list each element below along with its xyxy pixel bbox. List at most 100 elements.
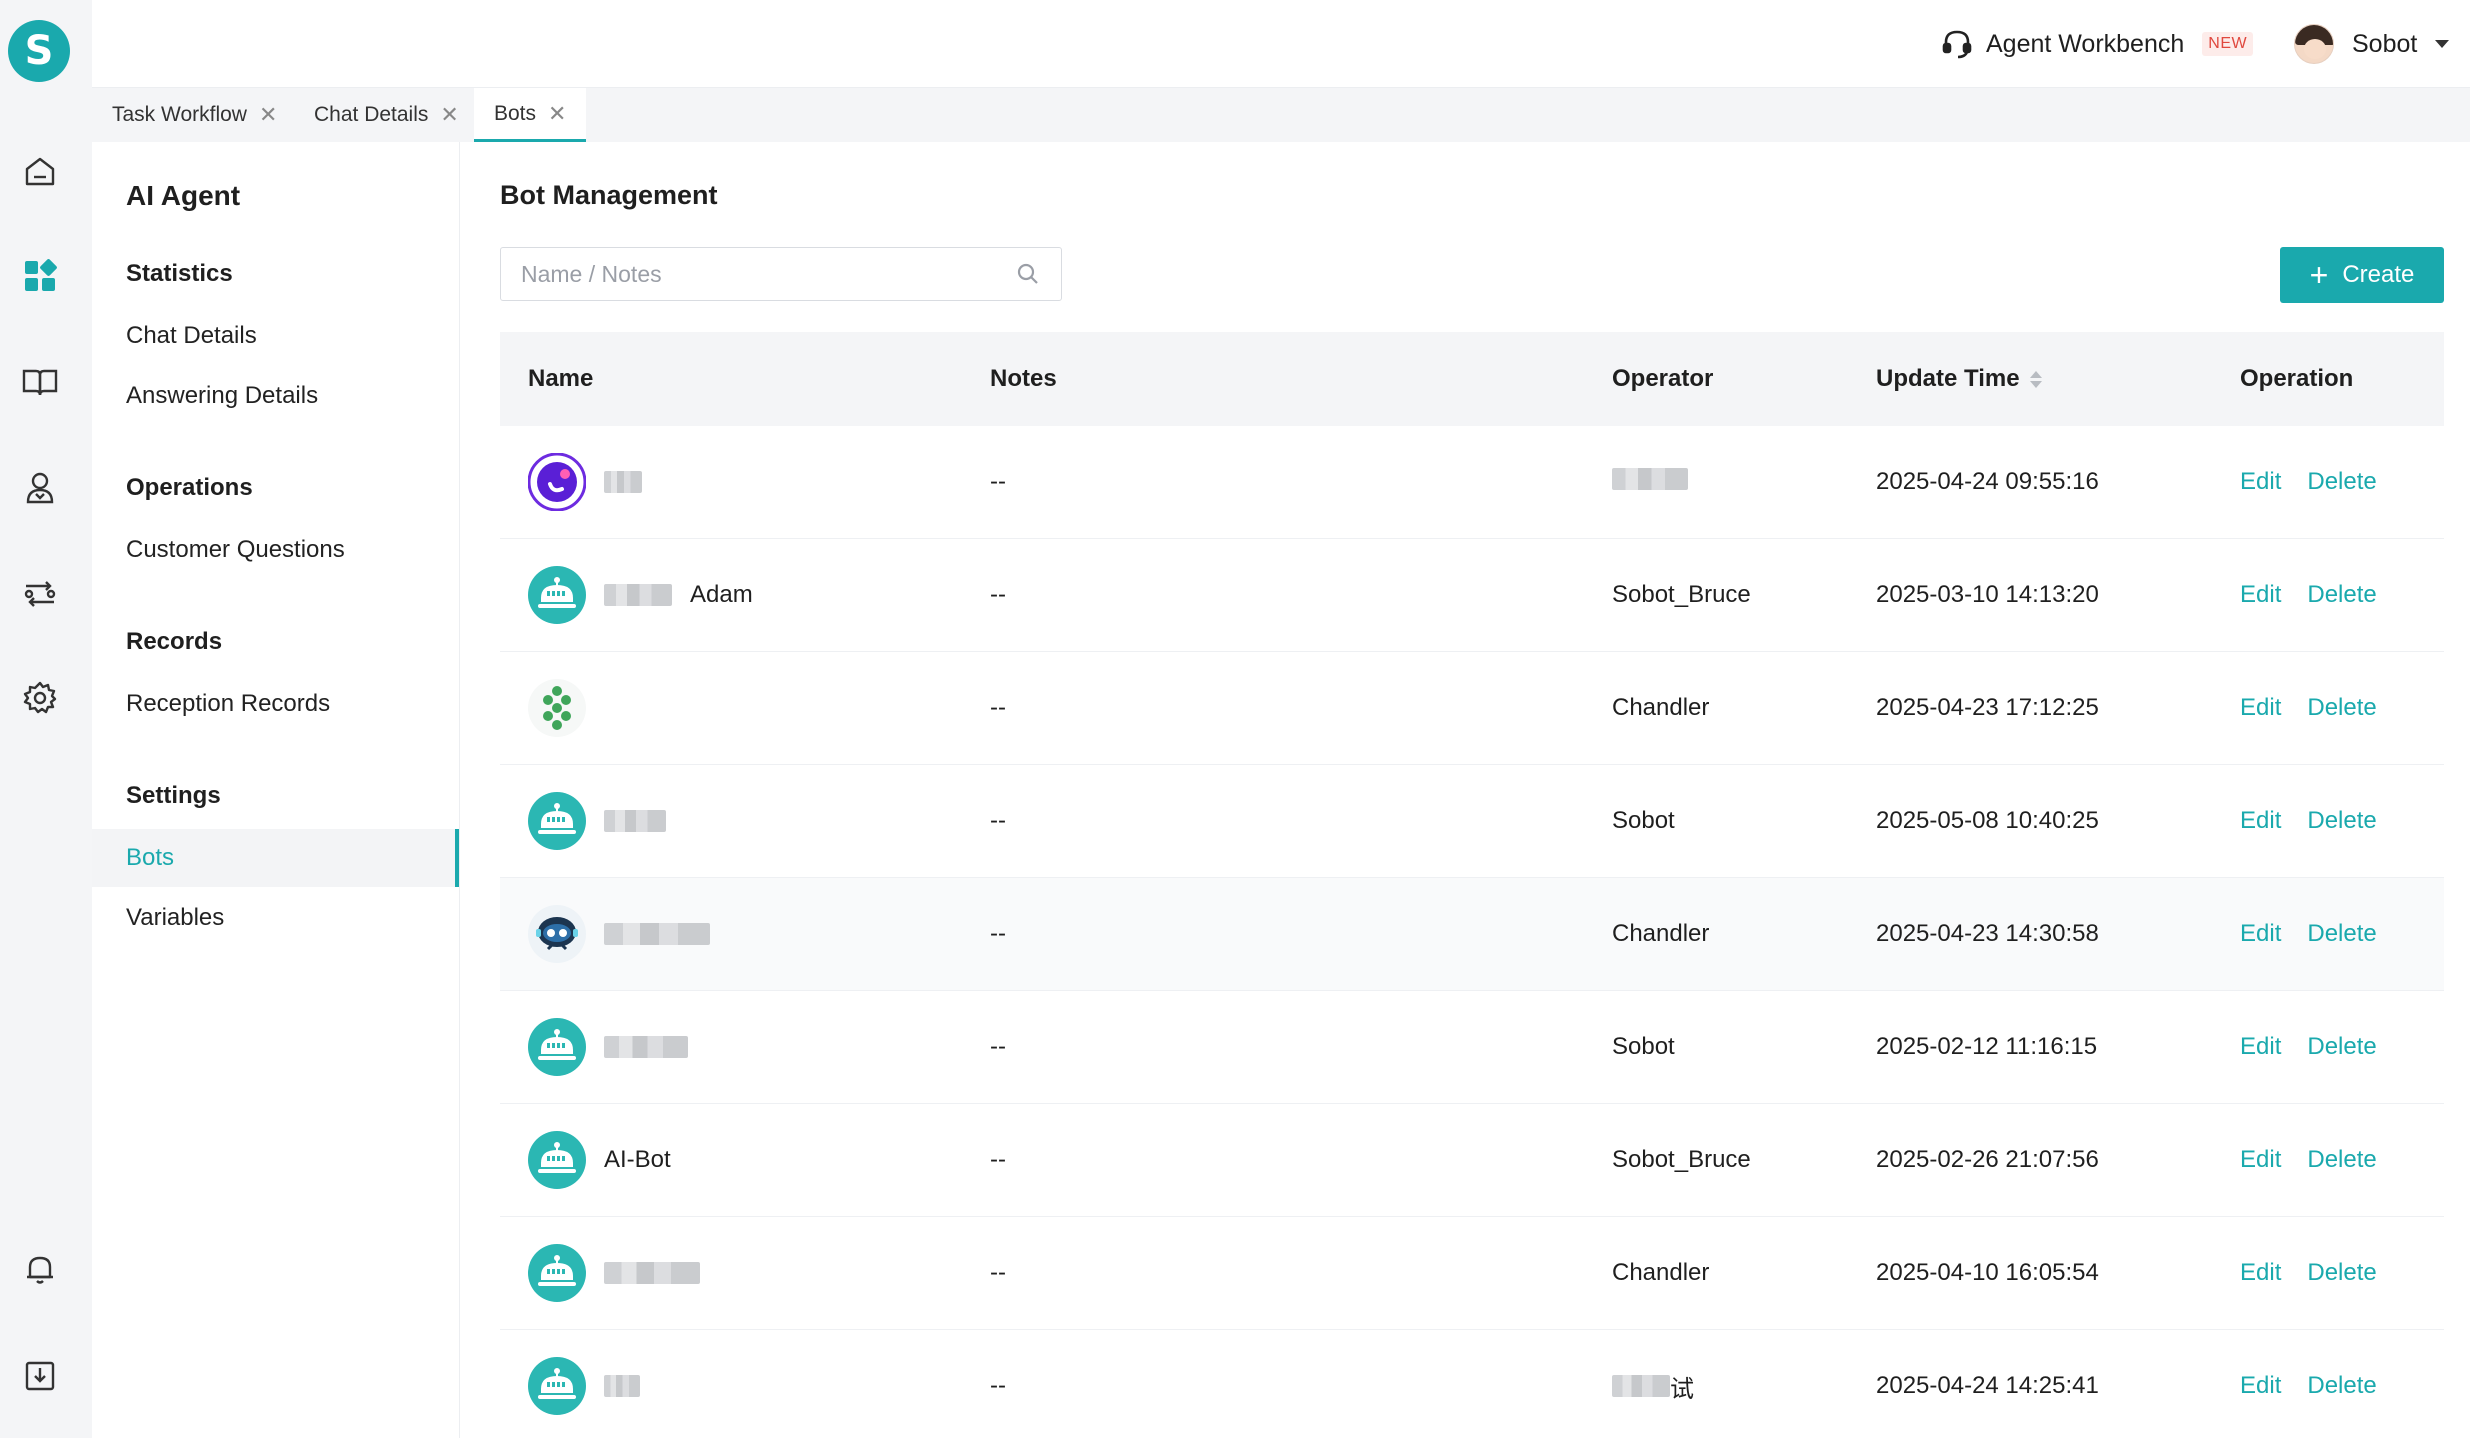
agent-workbench-label: Agent Workbench — [1986, 29, 2185, 58]
delete-link[interactable]: Delete — [2307, 1146, 2376, 1173]
bot-notes: -- — [990, 1146, 1006, 1173]
bot-name-cell — [528, 905, 728, 963]
close-icon[interactable]: ✕ — [259, 102, 277, 128]
bot-operator: Chandler — [1612, 1259, 1710, 1286]
delete-link[interactable]: Delete — [2307, 807, 2376, 834]
operation-cell: Edit Delete — [2240, 1259, 2403, 1287]
nav-section-operations: Operations — [126, 474, 253, 501]
home-icon[interactable] — [18, 150, 62, 194]
table-row: AI-Bot -- Sobot_Bruce 2025-02-26 21:07:56 Ed… — [500, 1104, 2444, 1217]
bot-avatar — [528, 679, 586, 737]
nav-item-reception-records[interactable]: Reception Records — [92, 675, 459, 733]
bot-name-cell — [528, 792, 684, 850]
nav-item-answering-details[interactable]: Answering Details — [92, 367, 459, 425]
sort-icon[interactable] — [2029, 371, 2042, 389]
operation-cell: Edit Delete — [2240, 1372, 2403, 1400]
tab-bar: Task Workflow ✕ Chat Details ✕ Bots ✕ — [92, 88, 2470, 142]
redacted-name — [604, 1375, 640, 1397]
tab-chat-details[interactable]: Chat Details ✕ — [314, 88, 459, 142]
operation-cell: Edit Delete — [2240, 468, 2403, 496]
agent-user-icon[interactable] — [18, 466, 62, 510]
tab-bots[interactable]: Bots ✕ — [474, 88, 587, 142]
bot-update-time: 2025-05-08 10:40:25 — [1876, 807, 2099, 834]
bot-notes: -- — [990, 581, 1006, 608]
bot-name: AI-Bot — [604, 1146, 671, 1173]
edit-link[interactable]: Edit — [2240, 1033, 2281, 1060]
close-icon[interactable]: ✕ — [548, 101, 566, 127]
delete-link[interactable]: Delete — [2307, 694, 2376, 721]
bot-name-cell — [528, 1018, 706, 1076]
page-title: Bot Management — [500, 180, 718, 210]
search-input[interactable] — [521, 260, 1015, 288]
delete-link[interactable]: Delete — [2307, 920, 2376, 947]
search-icon[interactable] — [1015, 261, 1041, 287]
agent-workbench-link[interactable]: Agent Workbench NEW — [1940, 24, 2254, 64]
side-nav: AI Agent Statistics Chat Details Answeri… — [92, 142, 460, 1438]
table-row: -- Sobot 2025-02-12 11:16:15 Edit Delete — [500, 991, 2444, 1104]
nav-section-records: Records — [126, 628, 223, 655]
tab-label: Chat Details — [314, 103, 429, 126]
redacted-operator — [1612, 467, 1688, 490]
chevron-down-icon — [2435, 40, 2450, 48]
bot-name-cell: AI-Bot — [528, 1131, 671, 1189]
close-icon[interactable]: ✕ — [440, 102, 458, 128]
bot-operator: Sobot — [1612, 1033, 1675, 1060]
download-icon[interactable] — [18, 1354, 62, 1398]
edit-link[interactable]: Edit — [2240, 1146, 2281, 1173]
nav-item-bots[interactable]: Bots — [92, 829, 459, 887]
notification-bell-icon[interactable] — [18, 1247, 62, 1291]
bot-name-cell: Adam — [528, 566, 753, 624]
bot-update-time: 2025-04-10 16:05:54 — [1876, 1259, 2099, 1286]
bot-operator: Sobot_Bruce — [1612, 1146, 1751, 1173]
delete-link[interactable]: Delete — [2307, 1033, 2376, 1060]
bot-avatar — [528, 1018, 586, 1076]
edit-link[interactable]: Edit — [2240, 694, 2281, 721]
create-button[interactable]: + Create — [2280, 247, 2444, 303]
operation-cell: Edit Delete — [2240, 581, 2403, 609]
user-name: Sobot — [2352, 29, 2418, 58]
edit-link[interactable]: Edit — [2240, 581, 2281, 608]
edit-link[interactable]: Edit — [2240, 468, 2281, 495]
dashboard-icon[interactable] — [18, 254, 62, 298]
delete-link[interactable]: Delete — [2307, 1259, 2376, 1286]
delete-link[interactable]: Delete — [2307, 468, 2376, 495]
delete-link[interactable]: Delete — [2307, 581, 2376, 608]
nav-item-chat-details[interactable]: Chat Details — [92, 307, 459, 365]
workflow-icon[interactable] — [18, 572, 62, 616]
bot-operator-cell: Sobot_Bruce — [1612, 581, 1751, 609]
new-badge: NEW — [2202, 32, 2254, 56]
bot-name-cell — [528, 1357, 658, 1415]
tab-task-workflow[interactable]: Task Workflow ✕ — [112, 88, 277, 142]
bot-operator: 试 — [1670, 1375, 1694, 1403]
table-body: -- 2025-04-24 09:55:16 Edit Delete Adam -- Sob… — [500, 426, 2444, 1438]
bot-operator-cell: Chandler — [1612, 694, 1709, 722]
redacted-name — [604, 584, 672, 606]
user-menu[interactable]: Sobot — [2294, 22, 2450, 66]
column-update-time[interactable]: Update Time — [1876, 365, 2042, 393]
edit-link[interactable]: Edit — [2240, 920, 2281, 947]
main-content: Bot Management + Create Name Notes Opera… — [460, 142, 2470, 1438]
knowledge-book-icon[interactable] — [18, 360, 62, 404]
bot-avatar — [528, 1244, 586, 1302]
table-row: -- Chandler 2025-04-23 14:30:58 Edit Delete — [500, 878, 2444, 991]
redacted-name — [604, 923, 710, 945]
user-avatar — [2294, 24, 2334, 64]
table-row: -- 试 2025-04-24 14:25:41 Edit Delete — [500, 1330, 2444, 1438]
nav-item-customer-questions[interactable]: Customer Questions — [92, 521, 459, 579]
sobot-logo[interactable]: S — [8, 20, 70, 82]
edit-link[interactable]: Edit — [2240, 1372, 2281, 1399]
settings-gear-icon[interactable] — [18, 676, 62, 720]
table-row: Adam -- Sobot_Bruce 2025-03-10 14:13:20 Edit… — [500, 539, 2444, 652]
delete-link[interactable]: Delete — [2307, 1372, 2376, 1399]
nav-item-variables[interactable]: Variables — [92, 889, 459, 947]
bot-name: Adam — [690, 581, 753, 608]
edit-link[interactable]: Edit — [2240, 807, 2281, 834]
bot-update-time: 2025-02-12 11:16:15 — [1876, 1033, 2098, 1060]
bot-operator-cell: Sobot_Bruce — [1612, 1146, 1751, 1174]
bot-name-cell — [528, 679, 604, 737]
bot-name-cell — [528, 1244, 718, 1302]
bot-operator-cell: Sobot — [1612, 1033, 1675, 1061]
nav-section-statistics: Statistics — [126, 260, 233, 287]
headset-icon — [1942, 30, 1972, 59]
edit-link[interactable]: Edit — [2240, 1259, 2281, 1286]
